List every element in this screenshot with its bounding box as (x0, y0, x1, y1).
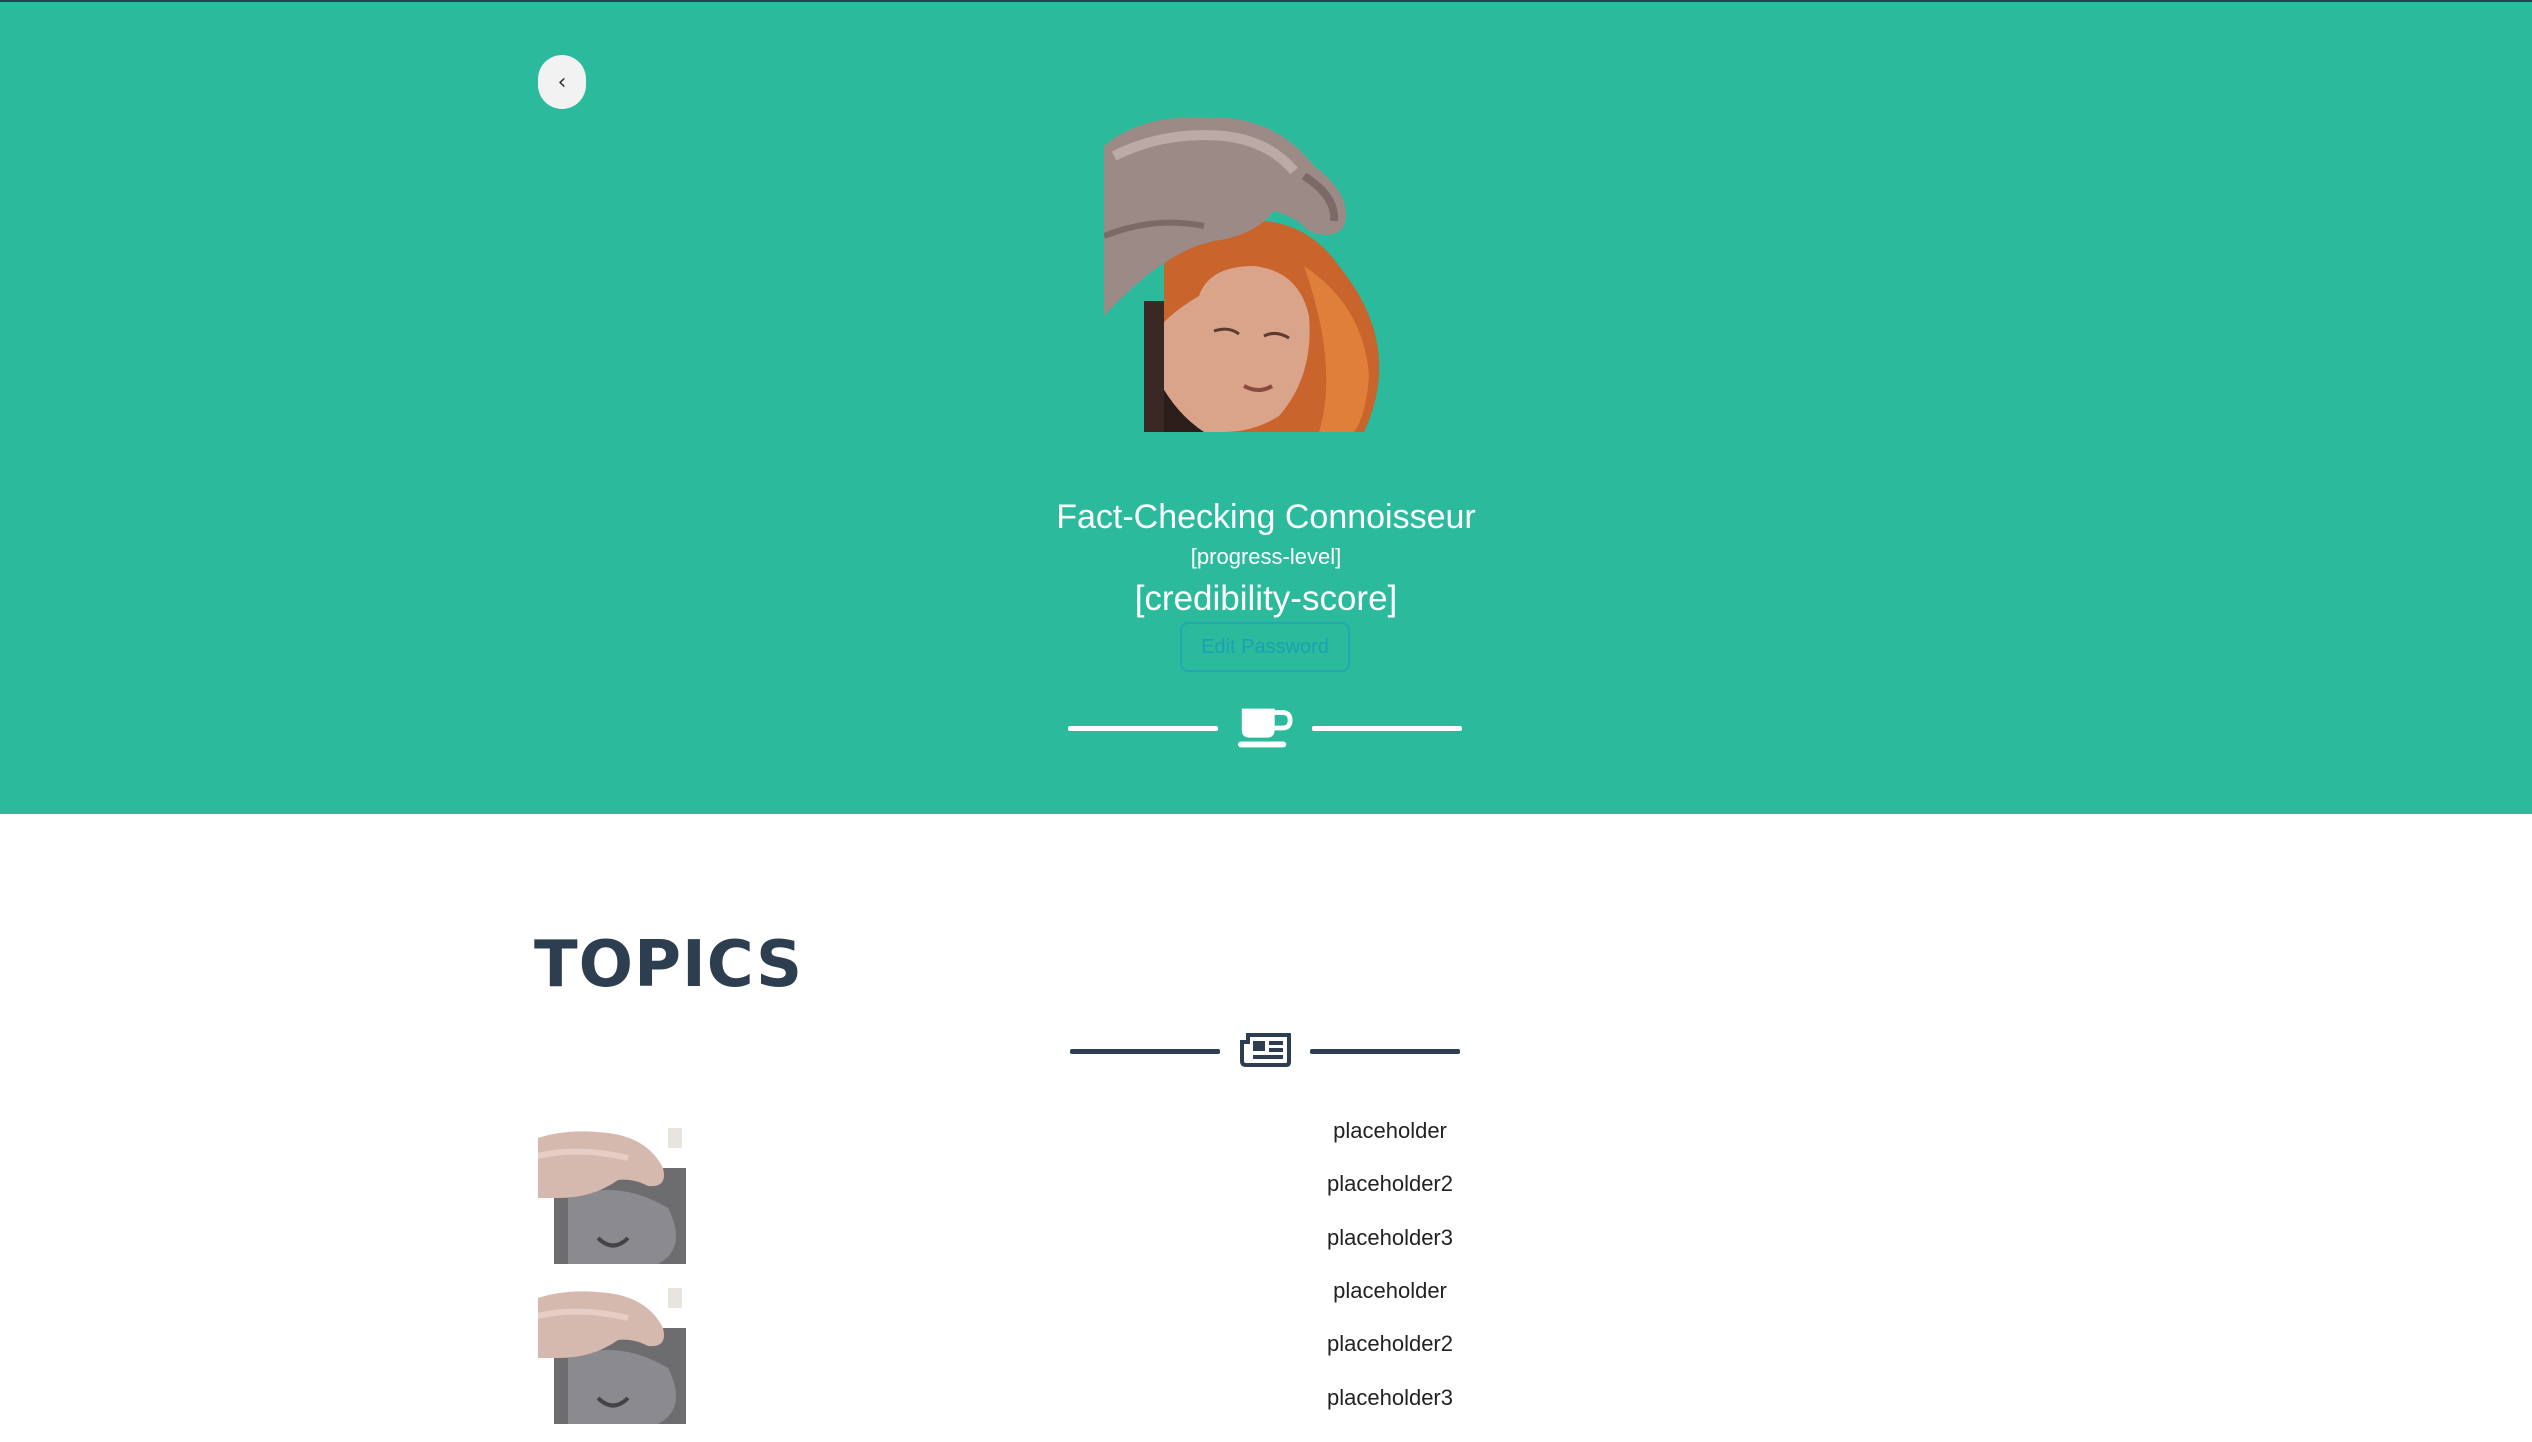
topic-thumbnail (538, 1128, 686, 1264)
topic-item[interactable]: placeholder2 (1290, 1329, 1490, 1359)
topics-divider-right (1310, 1049, 1460, 1054)
topic-item[interactable]: placeholder (1290, 1116, 1490, 1146)
topics-divider-left (1070, 1049, 1220, 1054)
topic-thumbnail (538, 1288, 686, 1424)
profile-title: Fact-Checking Connoisseur (1056, 498, 1476, 536)
topic-item[interactable]: placeholder3 (1290, 1223, 1490, 1253)
profile-avatar (1104, 116, 1380, 432)
topic-item[interactable]: placeholder2 (1290, 1169, 1490, 1199)
profile-header: ‹ Fact-Checking Connoisseur [progress-le… (0, 2, 2532, 814)
divider-line-left (1068, 726, 1218, 731)
progress-level: [progress-level] (1190, 544, 1342, 569)
topic-item[interactable]: placeholder (1290, 1276, 1490, 1306)
divider-line-right (1312, 726, 1462, 731)
newspaper-icon (1240, 1033, 1291, 1067)
back-button[interactable]: ‹ (538, 55, 586, 109)
edit-password-button[interactable]: Edit Password (1180, 622, 1350, 672)
credibility-score: [credibility-score] (1134, 579, 1398, 618)
coffee-cup-icon (1237, 708, 1293, 748)
topic-item[interactable]: placeholder3 (1290, 1383, 1490, 1413)
topics-heading: TOPICS (534, 928, 804, 1002)
